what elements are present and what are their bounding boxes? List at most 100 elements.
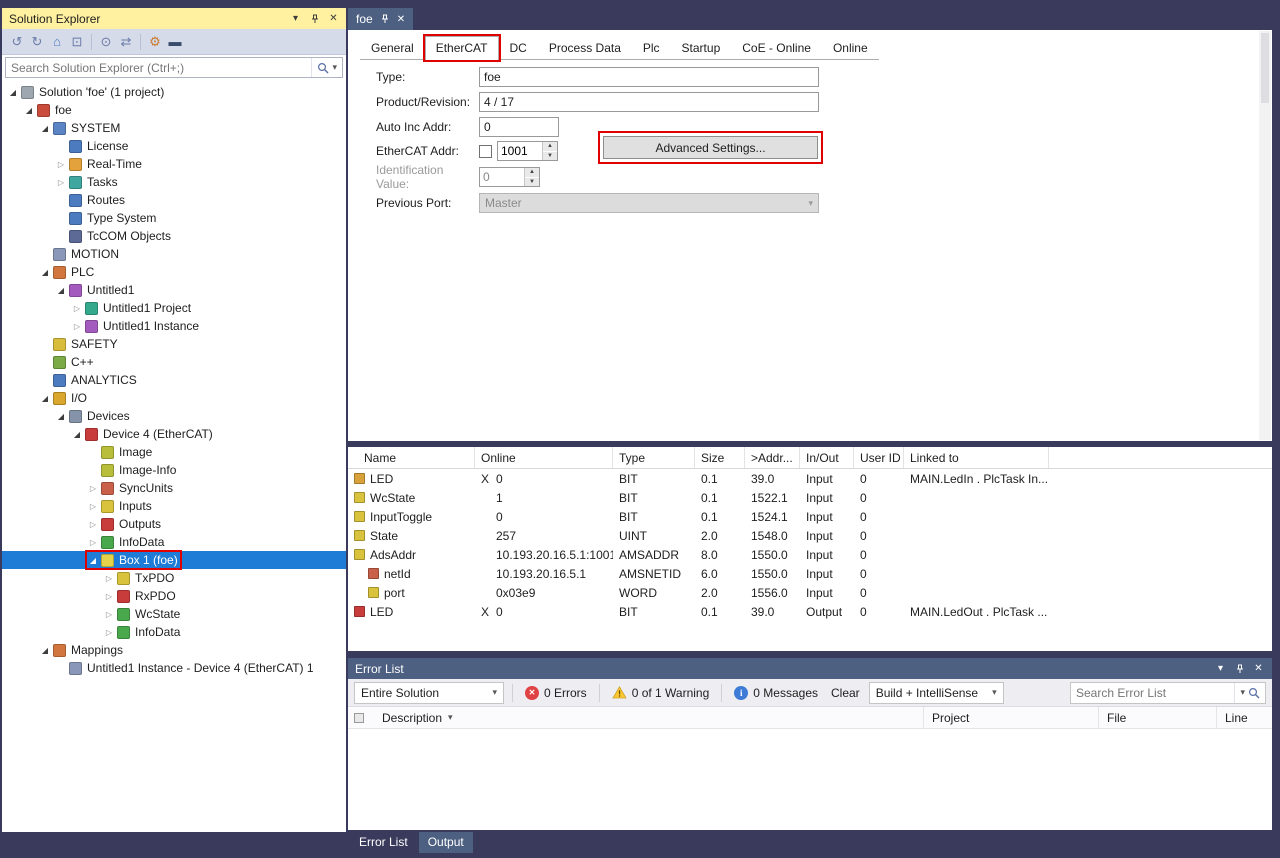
expand-arrow-icon[interactable]: ▷ — [86, 538, 100, 547]
expand-arrow-icon[interactable]: ▷ — [54, 178, 68, 187]
file-column-header[interactable]: File — [1098, 707, 1216, 728]
search-input[interactable] — [6, 61, 311, 75]
column-header-name[interactable]: Name — [348, 447, 475, 468]
spin-up-button[interactable]: ▲ — [543, 142, 557, 152]
scope-select[interactable]: Entire Solution ▾ — [354, 682, 504, 704]
tab-ethercat[interactable]: EtherCAT — [425, 36, 499, 60]
variable-row-led[interactable]: LEDX0BIT0.139.0Input0MAIN.LedIn . PlcTas… — [348, 469, 1272, 488]
spin-up-button[interactable]: ▲ — [525, 168, 539, 178]
chevron-down-icon[interactable]: ▾ — [1240, 687, 1245, 698]
home-icon[interactable]: ⌂ — [47, 32, 67, 52]
description-column-header[interactable]: Description ▾ — [374, 707, 923, 728]
clear-button[interactable]: Clear — [827, 682, 864, 704]
error-list-titlebar[interactable]: Error List ▾ ✕ — [348, 658, 1272, 679]
tree-item-wcstate[interactable]: ▷WcState — [2, 605, 346, 623]
preview-selected-items-icon[interactable]: ▬ — [165, 32, 185, 52]
expand-arrow-icon[interactable]: ▷ — [86, 502, 100, 511]
tree-item-untitled1-instance-device-4-ethercat-1[interactable]: Untitled1 Instance - Device 4 (EtherCAT)… — [2, 659, 346, 677]
expand-arrow-icon[interactable]: ▷ — [102, 628, 116, 637]
type-input[interactable] — [479, 67, 819, 87]
properties-wrench-icon[interactable]: ⚙ — [145, 32, 165, 52]
column-header-online[interactable]: Online — [475, 447, 613, 468]
solution-explorer-titlebar[interactable]: Solution Explorer ▾ ✕ — [2, 8, 346, 29]
column-header-in-out[interactable]: In/Out — [800, 447, 854, 468]
tab-online[interactable]: Online — [822, 36, 879, 59]
tree-item-box-1-foe[interactable]: ◢Box 1 (foe) — [2, 551, 346, 569]
collapse-arrow-icon[interactable]: ◢ — [38, 124, 52, 133]
severity-column-header[interactable] — [348, 707, 374, 728]
tree-item-c[interactable]: C++ — [2, 353, 346, 371]
pin-icon[interactable] — [380, 14, 390, 24]
tree-item-plc[interactable]: ◢PLC — [2, 263, 346, 281]
search-icon[interactable] — [317, 62, 329, 74]
tab-plc[interactable]: Plc — [632, 36, 671, 59]
tree-item-outputs[interactable]: ▷Outputs — [2, 515, 346, 533]
variable-row-adsaddr[interactable]: AdsAddr10.193.20.16.5.1:1001AMSADDR8.015… — [348, 545, 1272, 564]
tree-item-solution-foe-1-project[interactable]: ◢Solution 'foe' (1 project) — [2, 83, 346, 101]
column-header-addr[interactable]: >Addr... — [745, 447, 800, 468]
tree-item-devices[interactable]: ◢Devices — [2, 407, 346, 425]
pin-icon[interactable] — [1231, 661, 1248, 676]
pin-icon[interactable] — [306, 11, 323, 26]
variable-row-netid[interactable]: netId10.193.20.16.5.1AMSNETID6.01550.0In… — [348, 564, 1272, 583]
window-position-menu-icon[interactable]: ▾ — [1212, 661, 1229, 676]
variable-row-port[interactable]: port0x03e9WORD2.01556.0Input0 — [348, 583, 1272, 602]
sync-with-active-document-icon[interactable]: ⇄ — [116, 32, 136, 52]
column-header-size[interactable]: Size — [695, 447, 745, 468]
forward-icon[interactable]: ↻ — [27, 32, 47, 52]
collapse-arrow-icon[interactable]: ◢ — [6, 88, 20, 97]
tree-item-type-system[interactable]: Type System — [2, 209, 346, 227]
error-search-box[interactable]: ▾ — [1070, 682, 1266, 704]
expand-arrow-icon[interactable]: ▷ — [102, 574, 116, 583]
tree-item-mappings[interactable]: ◢Mappings — [2, 641, 346, 659]
expand-arrow-icon[interactable]: ▷ — [70, 322, 84, 331]
filter-chevron-icon[interactable]: ▾ — [448, 712, 453, 723]
spin-down-button[interactable]: ▼ — [525, 178, 539, 187]
error-search-input[interactable] — [1071, 686, 1234, 700]
tree-item-tccom-objects[interactable]: TcCOM Objects — [2, 227, 346, 245]
window-position-menu-icon[interactable]: ▾ — [287, 11, 304, 26]
tab-dc[interactable]: DC — [499, 36, 538, 59]
pending-changes-filter-icon[interactable]: ⊙ — [96, 32, 116, 52]
tree-item-infodata[interactable]: ▷InfoData — [2, 623, 346, 641]
collapse-arrow-icon[interactable]: ◢ — [38, 646, 52, 655]
tree-item-real-time[interactable]: ▷Real-Time — [2, 155, 346, 173]
column-header-linked-to[interactable]: Linked to — [904, 447, 1049, 468]
tree-item-tasks[interactable]: ▷Tasks — [2, 173, 346, 191]
tree-item-infodata[interactable]: ▷InfoData — [2, 533, 346, 551]
search-icon[interactable] — [1248, 687, 1260, 699]
tree-item-routes[interactable]: Routes — [2, 191, 346, 209]
tree-item-system[interactable]: ◢SYSTEM — [2, 119, 346, 137]
vertical-scrollbar[interactable] — [1259, 31, 1271, 440]
identification-value-input[interactable] — [480, 168, 524, 186]
switch-views-icon[interactable]: ⊡ — [67, 32, 87, 52]
collapse-arrow-icon[interactable]: ◢ — [54, 412, 68, 421]
tree-item-safety[interactable]: SAFETY — [2, 335, 346, 353]
tab-startup[interactable]: Startup — [671, 36, 732, 59]
tree-item-txpdo[interactable]: ▷TxPDO — [2, 569, 346, 587]
variable-row-state[interactable]: State257UINT2.01548.0Input0 — [348, 526, 1272, 545]
tree-item-image[interactable]: Image — [2, 443, 346, 461]
expand-arrow-icon[interactable]: ▷ — [86, 484, 100, 493]
tab-coe-online[interactable]: CoE - Online — [731, 36, 822, 59]
tree-item-i-o[interactable]: ◢I/O — [2, 389, 346, 407]
variable-row-led[interactable]: LEDX0BIT0.139.0Output0MAIN.LedOut . PlcT… — [348, 602, 1272, 621]
ethercat-addr-input[interactable] — [498, 142, 542, 160]
spin-down-button[interactable]: ▼ — [543, 152, 557, 161]
collapse-arrow-icon[interactable]: ◢ — [38, 268, 52, 277]
build-intellisense-select[interactable]: Build + IntelliSense ▾ — [869, 682, 1004, 704]
close-icon[interactable]: ✕ — [1250, 661, 1267, 676]
tree-item-untitled1-project[interactable]: ▷Untitled1 Project — [2, 299, 346, 317]
variable-row-inputtoggle[interactable]: InputToggle0BIT0.11524.1Input0 — [348, 507, 1272, 526]
tree-item-image-info[interactable]: Image-Info — [2, 461, 346, 479]
expand-arrow-icon[interactable]: ▷ — [86, 520, 100, 529]
tab-general[interactable]: General — [360, 36, 425, 59]
tree-item-motion[interactable]: MOTION — [2, 245, 346, 263]
collapse-arrow-icon[interactable]: ◢ — [38, 394, 52, 403]
scrollbar-thumb[interactable] — [1261, 33, 1269, 103]
tree-item-syncunits[interactable]: ▷SyncUnits — [2, 479, 346, 497]
errors-filter-button[interactable]: ✕ 0 Errors — [521, 682, 591, 704]
collapse-arrow-icon[interactable]: ◢ — [22, 106, 36, 115]
chevron-down-icon[interactable]: ▾ — [332, 62, 337, 73]
expand-arrow-icon[interactable]: ▷ — [102, 592, 116, 601]
